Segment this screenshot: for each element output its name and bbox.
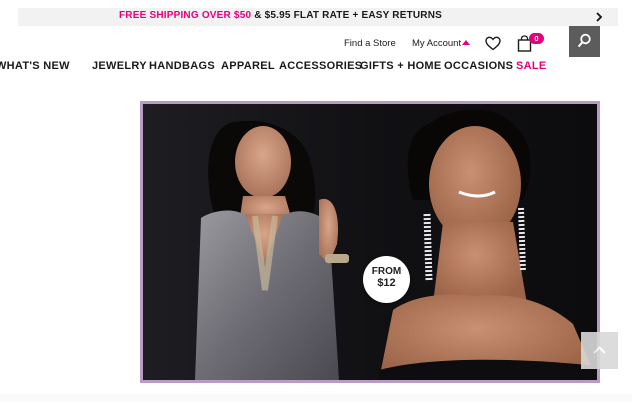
promo-highlight: FREE SHIPPING OVER $50	[119, 10, 252, 21]
back-to-top-button[interactable]	[581, 332, 618, 369]
my-account-link[interactable]: My Account	[412, 38, 461, 49]
badge-price: $12	[377, 277, 396, 289]
search-button[interactable]	[569, 26, 600, 57]
promo-bar[interactable]: FREE SHIPPING OVER $50 & $5.95 FLAT RATE…	[18, 8, 618, 26]
chevron-right-icon[interactable]	[594, 11, 604, 23]
nav-accessories[interactable]: ACCESSORIES	[279, 60, 362, 72]
nav-occasions[interactable]: OCCASIONS	[444, 60, 513, 72]
nav-sale[interactable]: SALE	[516, 60, 547, 72]
badge-from-label: FROM	[371, 266, 402, 277]
hero-banner[interactable]: FROM $12	[140, 101, 600, 383]
hero-image	[143, 104, 597, 380]
cart-count-badge: 0	[529, 33, 544, 44]
page-bottom-area	[0, 394, 632, 402]
heart-icon[interactable]	[485, 36, 501, 51]
promo-message[interactable]: FREE SHIPPING OVER $50 & $5.95 FLAT RATE…	[119, 9, 442, 23]
nav-gifts-home[interactable]: GIFTS + HOME	[360, 60, 442, 72]
nav-apparel[interactable]: APPAREL	[221, 60, 275, 72]
main-nav: WHAT'S NEW JEWELRY HANDBAGS APPAREL ACCE…	[0, 59, 632, 75]
chevron-up-icon	[593, 346, 606, 354]
price-badge: FROM $12	[363, 256, 410, 303]
nav-handbags[interactable]: HANDBAGS	[149, 60, 215, 72]
search-icon	[577, 33, 591, 48]
caret-up-icon[interactable]	[462, 40, 470, 45]
promo-details: & $5.95 FLAT RATE + EASY RETURNS	[251, 10, 443, 21]
find-store-link[interactable]: Find a Store	[344, 38, 396, 49]
nav-whats-new[interactable]: WHAT'S NEW	[0, 60, 70, 72]
nav-jewelry[interactable]: JEWELRY	[92, 60, 147, 72]
